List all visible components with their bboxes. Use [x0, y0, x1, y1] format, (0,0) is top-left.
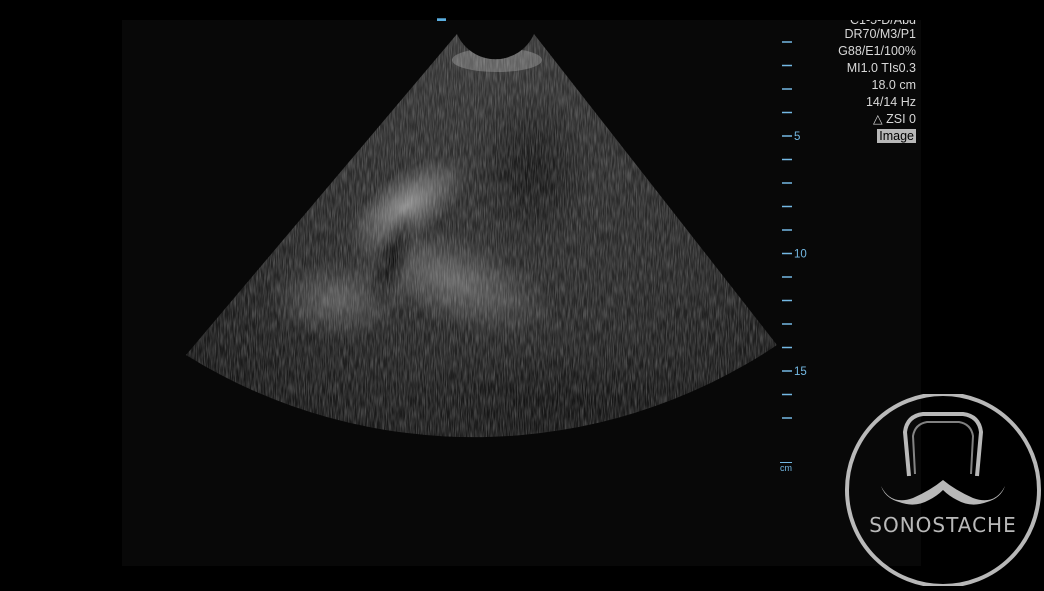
- probe-mustache-logo-icon: [845, 392, 1041, 588]
- frame-rate-label: 14/14 Hz: [865, 95, 916, 109]
- depth-tick-label: 10: [794, 249, 807, 261]
- depth-scale: 5 10 15 cm: [778, 22, 838, 480]
- zone-label: △ ZSI 0: [869, 111, 916, 128]
- logo-text: SONOSTACHE: [869, 513, 1017, 537]
- probe-orientation-marker: ▬: [437, 14, 446, 22]
- zone-value: ZSI 0: [886, 112, 916, 126]
- depth-tick-label: 5: [794, 131, 800, 143]
- bell-outline-icon: △: [873, 112, 883, 126]
- mi-tis-label: MI1.0 TIs0.3: [846, 61, 916, 75]
- depth-scale-ticks: 5 10 15: [781, 22, 807, 419]
- depth-scale-unit: cm: [780, 463, 792, 473]
- dynamic-range-label: DR70/M3/P1: [844, 27, 916, 41]
- mode-label: Image: [877, 128, 916, 145]
- depth-label: 18.0 cm: [871, 78, 916, 92]
- sonostache-logo: SONOSTACHE: [841, 392, 1044, 588]
- gain-label: G88/E1/100%: [838, 44, 916, 58]
- mode-badge: Image: [877, 129, 916, 143]
- depth-tick-label: 15: [794, 366, 807, 378]
